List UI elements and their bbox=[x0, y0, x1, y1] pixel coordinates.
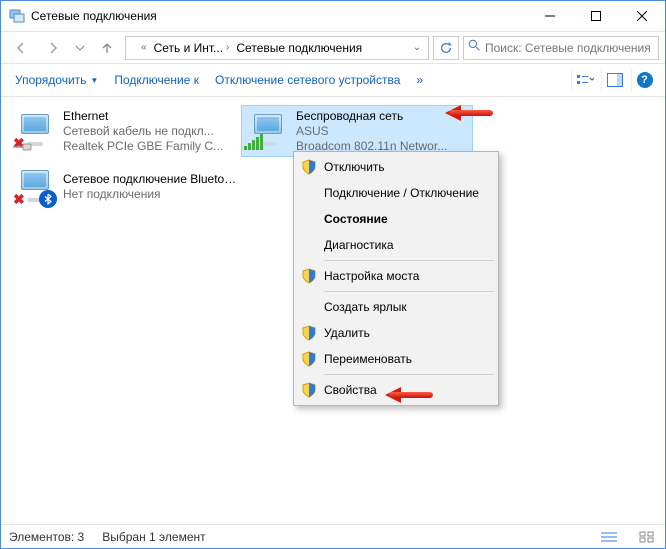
shield-icon bbox=[301, 382, 317, 398]
view-options-button[interactable] bbox=[571, 68, 597, 92]
menu-separator bbox=[324, 260, 494, 261]
ethernet-plug-icon bbox=[13, 142, 33, 152]
content-area: ✖ Ethernet Сетевой кабель не подкл... Re… bbox=[1, 97, 665, 525]
connection-item-ethernet[interactable]: ✖ Ethernet Сетевой кабель не подкл... Re… bbox=[9, 105, 241, 157]
menu-item-rename[interactable]: Переименовать bbox=[296, 346, 496, 372]
connection-device: Realtek PCIe GBE Family C... bbox=[63, 139, 237, 154]
search-input[interactable] bbox=[485, 41, 654, 55]
status-selected-count: Выбран 1 элемент bbox=[102, 530, 205, 544]
menu-item-diagnostics[interactable]: Диагностика bbox=[296, 232, 496, 258]
connection-icon bbox=[246, 108, 290, 154]
recent-locations-button[interactable] bbox=[71, 35, 89, 61]
connection-item-wireless[interactable]: Беспроводная сеть ASUS Broadcom 802.11n … bbox=[241, 105, 473, 157]
menu-item-connect-disconnect[interactable]: Подключение / Отключение bbox=[296, 180, 496, 206]
maximize-button[interactable] bbox=[573, 1, 619, 31]
connection-icon: ✖ bbox=[13, 163, 57, 211]
connection-status: ASUS bbox=[296, 124, 468, 139]
search-icon bbox=[468, 39, 481, 57]
organize-menu[interactable]: Упорядочить▼ bbox=[9, 69, 104, 91]
details-view-button[interactable] bbox=[599, 528, 619, 546]
address-bar-row: « Сеть и Инт...› Сетевые подключения ⌄ bbox=[1, 31, 665, 63]
address-box[interactable]: « Сеть и Инт...› Сетевые подключения ⌄ bbox=[125, 36, 429, 60]
window-title: Сетевые подключения bbox=[31, 9, 527, 23]
back-button[interactable] bbox=[7, 35, 35, 61]
up-button[interactable] bbox=[93, 35, 121, 61]
command-bar: Упорядочить▼ Подключение к Отключение се… bbox=[1, 63, 665, 97]
connection-name: Сетевое подключение Bluetooth bbox=[63, 172, 237, 187]
menu-item-shortcut[interactable]: Создать ярлык bbox=[296, 294, 496, 320]
breadcrumb-segment[interactable]: Сеть и Инт...› bbox=[152, 41, 235, 55]
connection-status: Сетевой кабель не подкл... bbox=[63, 124, 237, 139]
wifi-signal-icon bbox=[244, 134, 263, 150]
disable-device-button[interactable]: Отключение сетевого устройства bbox=[209, 69, 406, 91]
breadcrumb-segment[interactable]: Сетевые подключения bbox=[234, 41, 364, 55]
menu-item-status[interactable]: Состояние bbox=[296, 206, 496, 232]
context-menu: Отключить Подключение / Отключение Состо… bbox=[293, 151, 499, 406]
large-icons-view-button[interactable] bbox=[637, 528, 657, 546]
connection-name: Ethernet bbox=[63, 109, 237, 124]
close-button[interactable] bbox=[619, 1, 665, 31]
connection-icon: ✖ bbox=[13, 107, 57, 155]
menu-item-disable[interactable]: Отключить bbox=[296, 154, 496, 180]
help-button[interactable]: ? bbox=[631, 68, 657, 92]
connection-name: Беспроводная сеть bbox=[296, 109, 468, 124]
minimize-button[interactable] bbox=[527, 1, 573, 31]
shield-icon bbox=[301, 351, 317, 367]
shield-icon bbox=[301, 268, 317, 284]
app-icon bbox=[9, 8, 25, 24]
menu-item-properties[interactable]: Свойства bbox=[296, 377, 496, 403]
menu-item-delete[interactable]: Удалить bbox=[296, 320, 496, 346]
breadcrumb-segment[interactable]: « bbox=[136, 42, 152, 53]
preview-pane-button[interactable] bbox=[601, 68, 627, 92]
status-bar: Элементов: 3 Выбран 1 элемент bbox=[1, 524, 665, 548]
address-dropdown-button[interactable]: ⌄ bbox=[408, 42, 426, 53]
menu-item-bridge[interactable]: Настройка моста bbox=[296, 263, 496, 289]
connection-status: Нет подключения bbox=[63, 187, 237, 202]
shield-icon bbox=[301, 325, 317, 341]
connection-item-bluetooth[interactable]: ✖ Сетевое подключение Bluetooth Нет подк… bbox=[9, 161, 241, 213]
more-commands-button[interactable]: » bbox=[410, 69, 429, 91]
disconnected-icon: ✖ bbox=[13, 192, 27, 206]
forward-button[interactable] bbox=[39, 35, 67, 61]
connect-to-button[interactable]: Подключение к bbox=[108, 69, 205, 91]
menu-separator bbox=[324, 291, 494, 292]
search-box[interactable] bbox=[463, 36, 659, 60]
bluetooth-icon bbox=[39, 190, 57, 208]
refresh-button[interactable] bbox=[433, 36, 459, 60]
help-icon: ? bbox=[637, 72, 653, 88]
shield-icon bbox=[301, 159, 317, 175]
title-bar: Сетевые подключения bbox=[1, 1, 665, 31]
menu-separator bbox=[324, 374, 494, 375]
status-element-count: Элементов: 3 bbox=[9, 530, 84, 544]
window-controls bbox=[527, 1, 665, 31]
